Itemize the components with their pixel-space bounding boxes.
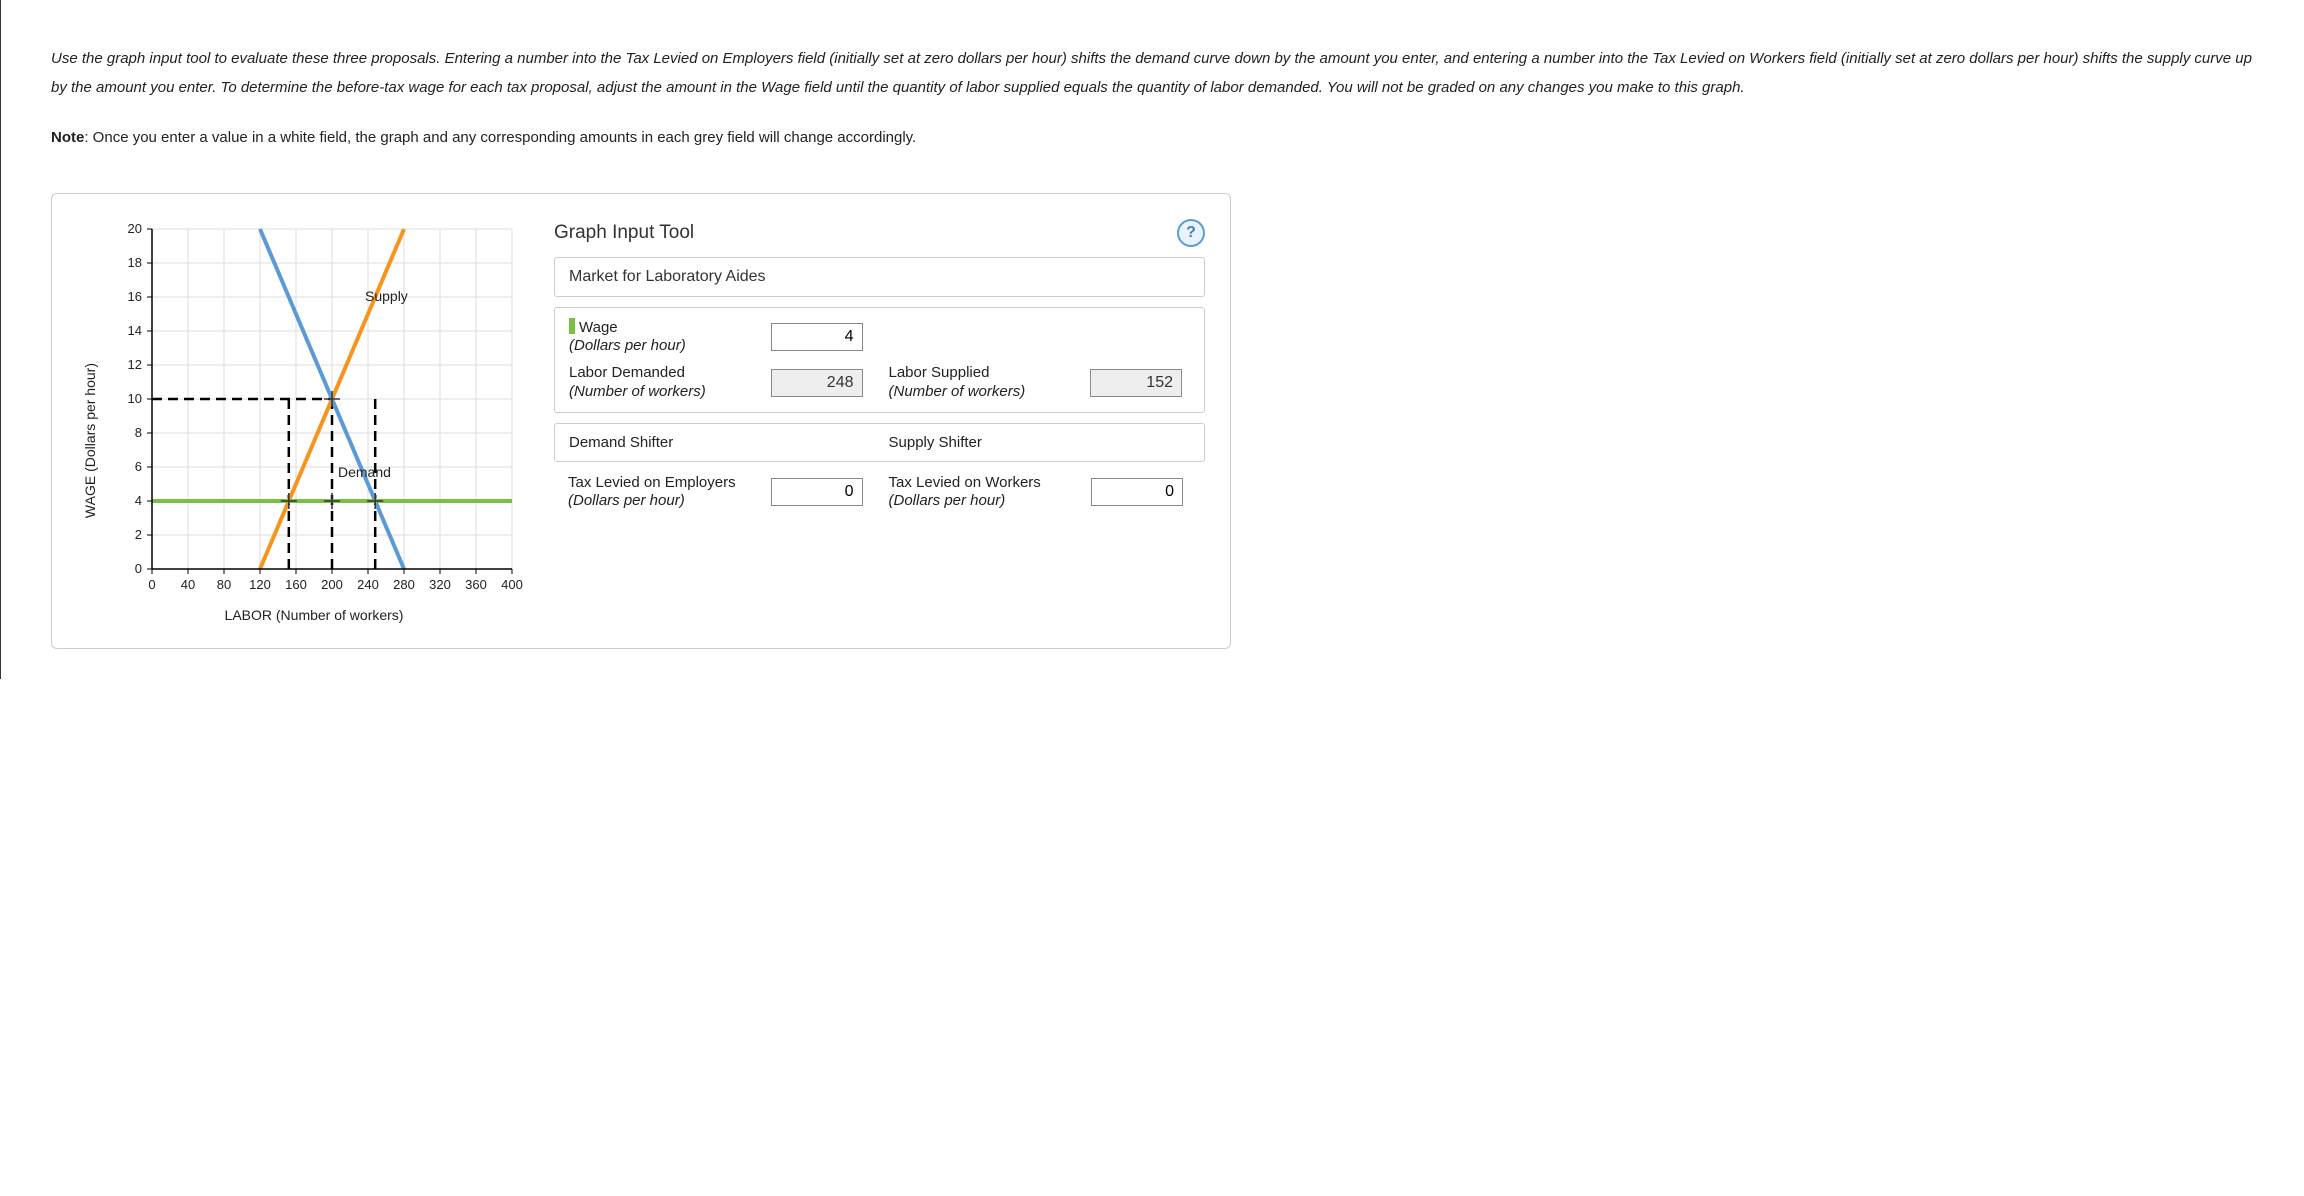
svg-text:0: 0 xyxy=(135,561,142,576)
svg-text:0: 0 xyxy=(148,577,155,592)
svg-text:4: 4 xyxy=(135,493,142,508)
svg-text:160: 160 xyxy=(285,577,307,592)
chart-area: WAGE (Dollars per hour) 0408012016020024… xyxy=(82,219,524,623)
help-button[interactable]: ? xyxy=(1177,219,1205,247)
svg-text:280: 280 xyxy=(393,577,415,592)
svg-text:8: 8 xyxy=(135,425,142,440)
svg-text:40: 40 xyxy=(181,577,195,592)
svg-text:14: 14 xyxy=(128,323,142,338)
demand-shifter-title: Demand Shifter xyxy=(569,434,871,451)
svg-text:240: 240 xyxy=(357,577,379,592)
svg-text:2: 2 xyxy=(135,527,142,542)
shifter-headers: Demand Shifter Supply Shifter xyxy=(554,423,1205,462)
svg-text:Supply: Supply xyxy=(365,288,408,304)
market-title-section: Market for Laboratory Aides xyxy=(554,257,1205,297)
tax-workers-input[interactable] xyxy=(1091,478,1183,506)
svg-text:20: 20 xyxy=(128,221,142,236)
svg-text:360: 360 xyxy=(465,577,487,592)
svg-text:16: 16 xyxy=(128,289,142,304)
svg-text:120: 120 xyxy=(249,577,271,592)
labor-supplied-output xyxy=(1090,369,1182,397)
svg-text:12: 12 xyxy=(128,357,142,372)
wage-labor-section: Wage (Dollars per hour) Labor Demanded (… xyxy=(554,307,1205,413)
svg-text:400: 400 xyxy=(501,577,523,592)
tax-workers-label: Tax Levied on Workers (Dollars per hour) xyxy=(889,474,1074,512)
svg-text:10: 10 xyxy=(128,391,142,406)
svg-text:200: 200 xyxy=(321,577,343,592)
input-panel: Graph Input Tool ? Market for Laboratory… xyxy=(554,219,1205,623)
shifter-body: Tax Levied on Employers (Dollars per hou… xyxy=(554,462,1205,516)
wage-swatch-icon xyxy=(569,318,575,334)
tax-employers-input[interactable] xyxy=(771,478,863,506)
svg-text:6: 6 xyxy=(135,459,142,474)
x-axis-label: LABOR (Number of workers) xyxy=(225,607,404,623)
wage-input[interactable] xyxy=(771,323,863,351)
labor-demanded-output xyxy=(771,369,863,397)
svg-text:Demand: Demand xyxy=(338,464,391,480)
supply-shifter-title: Supply Shifter xyxy=(889,434,1191,451)
note-label: Note xyxy=(51,129,84,146)
instructions-text: Use the graph input tool to evaluate the… xyxy=(51,45,2254,102)
note-body: : Once you enter a value in a white fiel… xyxy=(84,129,916,146)
labor-supplied-label: Labor Supplied (Number of workers) xyxy=(889,364,1073,402)
note-text: Note: Once you enter a value in a white … xyxy=(51,124,2254,153)
tax-employers-label: Tax Levied on Employers (Dollars per hou… xyxy=(568,474,753,512)
svg-text:320: 320 xyxy=(429,577,451,592)
wage-label: Wage (Dollars per hour) xyxy=(569,318,753,357)
y-axis-label: WAGE (Dollars per hour) xyxy=(82,323,98,518)
panel-title: Graph Input Tool xyxy=(554,222,694,244)
svg-text:18: 18 xyxy=(128,255,142,270)
labor-demanded-label: Labor Demanded (Number of workers) xyxy=(569,364,753,402)
graph-input-tool-card: WAGE (Dollars per hour) 0408012016020024… xyxy=(51,193,1231,649)
svg-text:80: 80 xyxy=(217,577,231,592)
labor-market-chart[interactable]: 0 40 80 120 160 200 240 280 320 360 400 0 2 4 6 8 10 12 14… xyxy=(104,219,524,599)
